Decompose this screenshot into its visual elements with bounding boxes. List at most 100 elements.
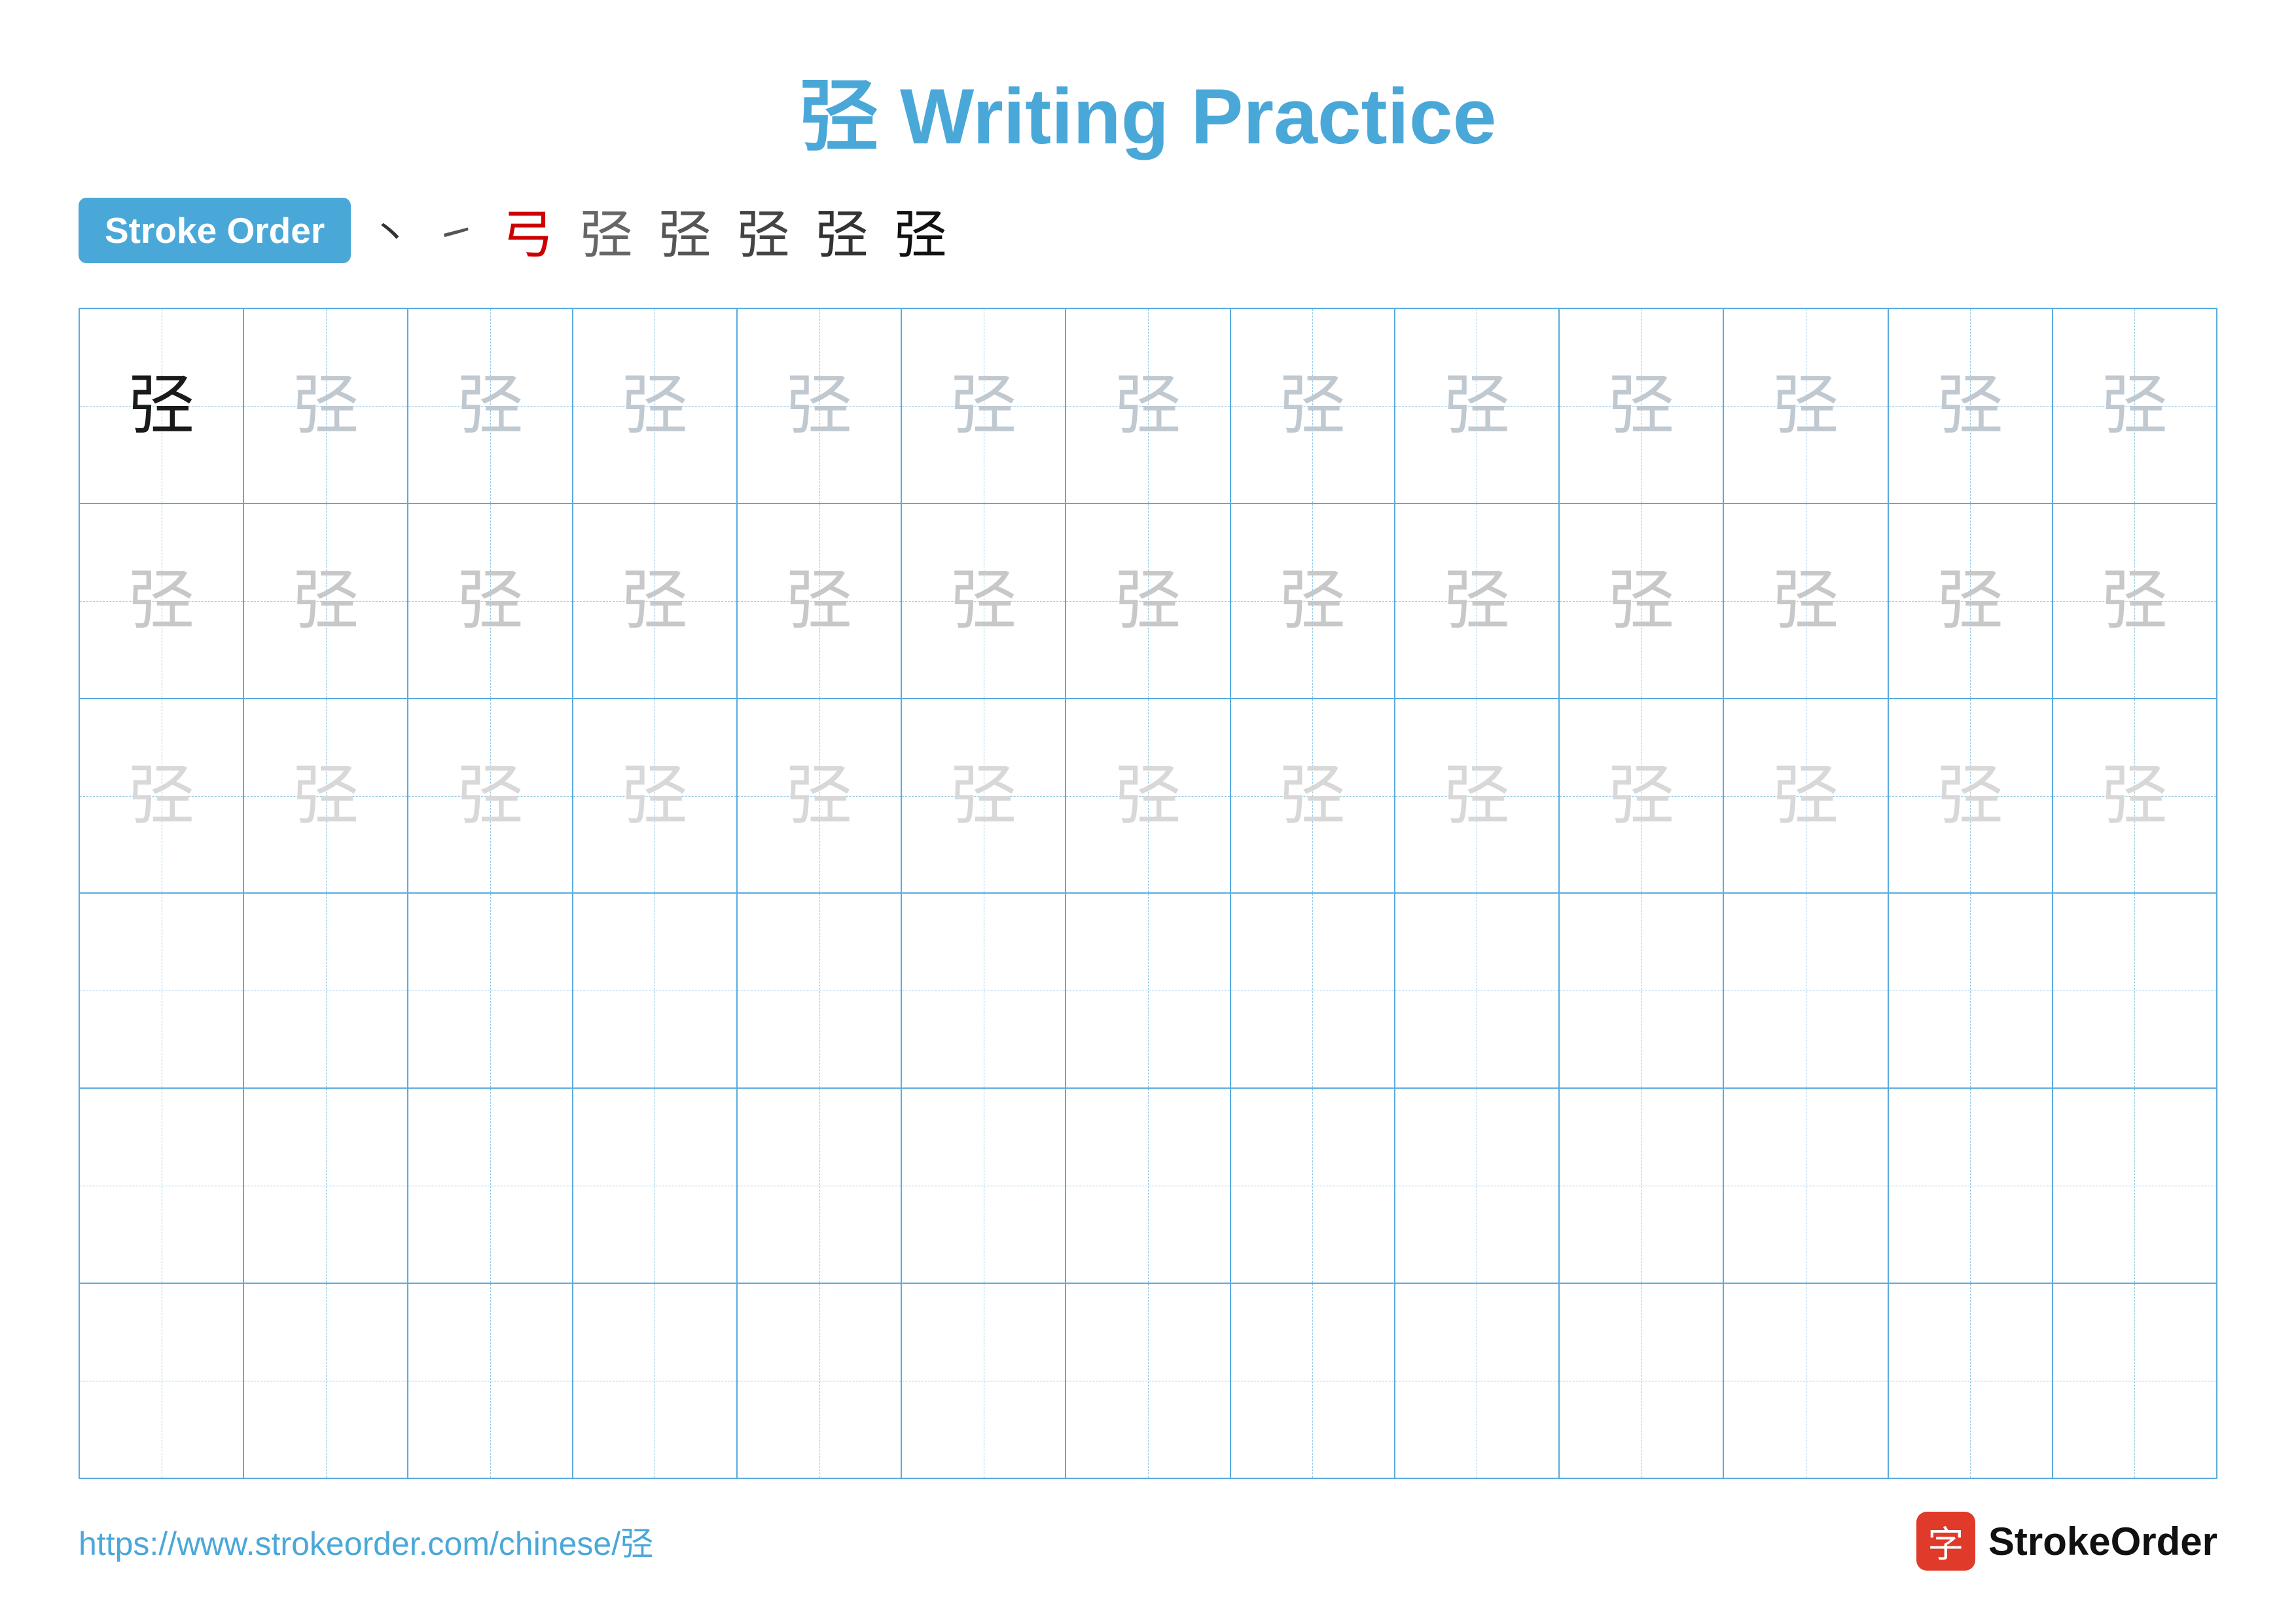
grid-cell-5-13[interactable] xyxy=(2053,1089,2216,1283)
grid-cell-3-7: 弪 xyxy=(1066,699,1230,893)
grid-cell-4-5[interactable] xyxy=(738,894,902,1087)
grid-cell-6-12[interactable] xyxy=(1889,1284,2053,1478)
grid-cell-4-2[interactable] xyxy=(244,894,408,1087)
grid-cell-6-3[interactable] xyxy=(408,1284,573,1478)
grid-cell-3-2: 弪 xyxy=(244,699,408,893)
grid-cell-3-1: 弪 xyxy=(80,699,244,893)
stroke-order-row: Stroke Order 丶 ㇀ 弓 弪 弪 弪 弪 弪 xyxy=(79,192,2217,268)
practice-grid: 弪 弪 弪 弪 弪 弪 弪 弪 弪 弪 弪 弪 弪 弪 弪 弪 弪 弪 弪 弪 … xyxy=(79,308,2217,1479)
grid-cell-4-9[interactable] xyxy=(1395,894,1560,1087)
grid-cell-4-8[interactable] xyxy=(1231,894,1395,1087)
grid-cell-1-1: 弪 xyxy=(80,309,244,503)
grid-cell-6-7[interactable] xyxy=(1066,1284,1230,1478)
grid-cell-1-4: 弪 xyxy=(573,309,738,503)
grid-cell-2-13: 弪 xyxy=(2053,504,2216,698)
page: 弪 Writing Practice Stroke Order 丶 ㇀ 弓 弪 … xyxy=(0,0,2296,1623)
grid-cell-1-9: 弪 xyxy=(1395,309,1560,503)
grid-cell-5-10[interactable] xyxy=(1560,1089,1724,1283)
grid-cell-2-12: 弪 xyxy=(1889,504,2053,698)
grid-cell-1-12: 弪 xyxy=(1889,309,2053,503)
grid-cell-4-4[interactable] xyxy=(573,894,738,1087)
grid-cell-2-4: 弪 xyxy=(573,504,738,698)
grid-cell-1-2: 弪 xyxy=(244,309,408,503)
grid-cell-5-2[interactable] xyxy=(244,1089,408,1283)
grid-cell-4-10[interactable] xyxy=(1560,894,1724,1087)
grid-cell-5-6[interactable] xyxy=(902,1089,1066,1283)
stroke-1: 丶 xyxy=(370,202,410,259)
stroke-4: 弪 xyxy=(580,192,632,268)
grid-cell-3-10: 弪 xyxy=(1560,699,1724,893)
grid-cell-1-3: 弪 xyxy=(408,309,573,503)
grid-cell-2-10: 弪 xyxy=(1560,504,1724,698)
grid-cell-1-6: 弪 xyxy=(902,309,1066,503)
char-dark: 弪 xyxy=(129,373,194,439)
footer: https://www.strokeorder.com/chinese/弪 字 … xyxy=(79,1512,2217,1571)
grid-cell-4-3[interactable] xyxy=(408,894,573,1087)
grid-cell-1-8: 弪 xyxy=(1231,309,1395,503)
stroke-sequence: 丶 ㇀ 弓 弪 弪 弪 弪 弪 xyxy=(370,192,946,268)
grid-cell-6-5[interactable] xyxy=(738,1284,902,1478)
grid-cell-5-7[interactable] xyxy=(1066,1089,1230,1283)
grid-cell-3-11: 弪 xyxy=(1724,699,1888,893)
grid-cell-6-8[interactable] xyxy=(1231,1284,1395,1478)
stroke-2: ㇀ xyxy=(436,202,475,259)
grid-cell-4-13[interactable] xyxy=(2053,894,2216,1087)
grid-cell-5-11[interactable] xyxy=(1724,1089,1888,1283)
grid-cell-3-4: 弪 xyxy=(573,699,738,893)
grid-cell-4-6[interactable] xyxy=(902,894,1066,1087)
grid-cell-4-12[interactable] xyxy=(1889,894,2053,1087)
grid-cell-5-8[interactable] xyxy=(1231,1089,1395,1283)
grid-cell-4-11[interactable] xyxy=(1724,894,1888,1087)
grid-row-1: 弪 弪 弪 弪 弪 弪 弪 弪 弪 弪 弪 弪 弪 xyxy=(80,309,2216,504)
grid-cell-3-12: 弪 xyxy=(1889,699,2053,893)
grid-cell-3-8: 弪 xyxy=(1231,699,1395,893)
grid-cell-6-13[interactable] xyxy=(2053,1284,2216,1478)
grid-cell-5-4[interactable] xyxy=(573,1089,738,1283)
grid-cell-5-3[interactable] xyxy=(408,1089,573,1283)
grid-cell-2-9: 弪 xyxy=(1395,504,1560,698)
grid-cell-6-11[interactable] xyxy=(1724,1284,1888,1478)
grid-cell-5-12[interactable] xyxy=(1889,1089,2053,1283)
stroke-7: 弪 xyxy=(816,192,868,268)
stroke-6: 弪 xyxy=(737,192,789,268)
footer-url: https://www.strokeorder.com/chinese/弪 xyxy=(79,1518,653,1565)
stroke-3: 弓 xyxy=(501,192,554,268)
stroke-5: 弪 xyxy=(658,192,711,268)
grid-cell-4-7[interactable] xyxy=(1066,894,1230,1087)
grid-row-3: 弪 弪 弪 弪 弪 弪 弪 弪 弪 弪 弪 弪 弪 xyxy=(80,699,2216,894)
page-title: 弪 Writing Practice xyxy=(800,52,1497,166)
stroke-8: 弪 xyxy=(894,192,946,268)
grid-cell-3-13: 弪 xyxy=(2053,699,2216,893)
grid-cell-1-5: 弪 xyxy=(738,309,902,503)
grid-cell-1-10: 弪 xyxy=(1560,309,1724,503)
grid-cell-6-10[interactable] xyxy=(1560,1284,1724,1478)
grid-row-4 xyxy=(80,894,2216,1089)
grid-row-6 xyxy=(80,1284,2216,1478)
grid-cell-4-1[interactable] xyxy=(80,894,244,1087)
grid-cell-1-13: 弪 xyxy=(2053,309,2216,503)
grid-cell-3-5: 弪 xyxy=(738,699,902,893)
grid-cell-3-6: 弪 xyxy=(902,699,1066,893)
grid-cell-6-1[interactable] xyxy=(80,1284,244,1478)
grid-row-5 xyxy=(80,1089,2216,1284)
grid-cell-3-3: 弪 xyxy=(408,699,573,893)
footer-logo-text: StrokeOrder xyxy=(1988,1519,2217,1564)
grid-cell-1-7: 弪 xyxy=(1066,309,1230,503)
footer-logo: 字 StrokeOrder xyxy=(1916,1512,2217,1571)
grid-cell-1-11: 弪 xyxy=(1724,309,1888,503)
grid-cell-6-4[interactable] xyxy=(573,1284,738,1478)
grid-row-2: 弪 弪 弪 弪 弪 弪 弪 弪 弪 弪 弪 弪 弪 xyxy=(80,504,2216,699)
grid-cell-2-7: 弪 xyxy=(1066,504,1230,698)
grid-cell-5-1[interactable] xyxy=(80,1089,244,1283)
grid-cell-2-3: 弪 xyxy=(408,504,573,698)
grid-cell-6-6[interactable] xyxy=(902,1284,1066,1478)
grid-cell-5-9[interactable] xyxy=(1395,1089,1560,1283)
grid-cell-2-6: 弪 xyxy=(902,504,1066,698)
grid-cell-2-5: 弪 xyxy=(738,504,902,698)
grid-cell-6-2[interactable] xyxy=(244,1284,408,1478)
grid-cell-3-9: 弪 xyxy=(1395,699,1560,893)
grid-cell-6-9[interactable] xyxy=(1395,1284,1560,1478)
grid-cell-2-1: 弪 xyxy=(80,504,244,698)
strokeorder-logo-icon: 字 xyxy=(1916,1512,1975,1571)
grid-cell-5-5[interactable] xyxy=(738,1089,902,1283)
